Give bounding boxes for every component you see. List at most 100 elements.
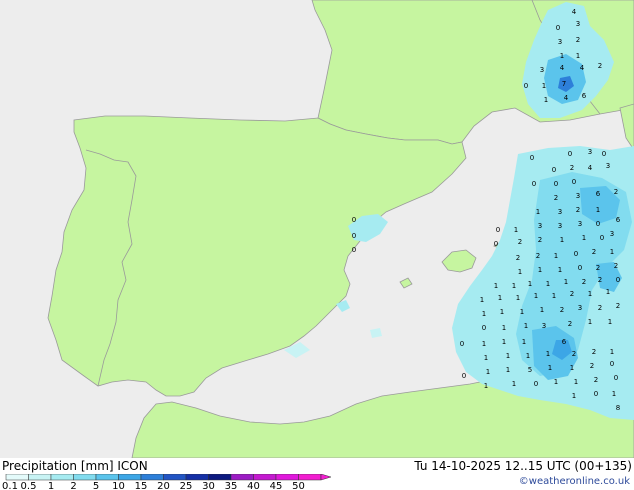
value-label: 4 [572,8,577,16]
legend-label: 1 [48,481,54,490]
value-label: 1 [554,378,558,386]
value-label: 1 [542,82,546,90]
value-label: 1 [526,352,530,360]
value-label: 1 [546,280,550,288]
value-label: 0 [600,234,604,242]
legend-label: 0.1 [2,481,18,490]
value-label: 1 [538,266,542,274]
value-label: 0 [534,380,538,388]
legend-swatch [5,474,29,481]
value-label: 1 [554,252,558,260]
value-label: 0 [610,360,614,368]
legend-arrow [320,474,332,481]
value-label: 3 [558,222,562,230]
value-label: 3 [576,20,580,28]
value-label: 2 [568,320,572,328]
value-label: 2 [614,262,618,270]
value-label: 1 [548,364,552,372]
credit-link[interactable]: ©weatheronline.co.uk [519,476,630,487]
value-label: 0 [482,324,486,332]
value-label: 0 [496,226,500,234]
legend-swatch [253,474,277,481]
value-label: 1 [506,352,510,360]
value-label: 5 [528,366,532,374]
value-label: 3 [578,304,582,312]
value-label: 2 [598,62,602,70]
value-label: 2 [572,350,576,358]
value-label: 2 [554,194,558,202]
value-label: 1 [524,322,528,330]
value-label: 2 [518,238,522,246]
value-label: 1 [560,236,564,244]
value-label: 2 [616,302,620,310]
value-label: 1 [608,318,612,326]
value-label: 6 [562,338,567,346]
value-label: 1 [588,290,592,298]
value-label: 1 [518,268,522,276]
value-label: 0 [462,372,466,380]
value-label: 2 [576,36,580,44]
legend-swatch [275,474,299,481]
value-label: 1 [484,354,488,362]
value-label: 2 [570,290,574,298]
legend-label: 20 [157,481,170,490]
value-label: 1 [610,248,614,256]
value-label: 2 [582,278,586,286]
value-label: 3 [610,230,614,238]
value-label: 2 [538,236,542,244]
value-label: 6 [582,92,587,100]
value-label: 2 [576,206,580,214]
value-label: 3 [558,38,562,46]
value-label: 6 [596,190,601,198]
value-label: 2 [536,252,540,260]
legend-swatch [230,474,254,481]
value-label: 1 [558,266,562,274]
legend-label: 40 [247,481,260,490]
value-label: 1 [506,366,510,374]
legend-swatch [118,474,142,481]
value-label: 1 [500,308,504,316]
value-label: 0 [596,220,600,228]
value-label: 1 [482,310,486,318]
legend-label: 15 [135,481,148,490]
value-label: 0 [556,24,560,32]
legend-label: 5 [93,481,99,490]
model-name: ICON [117,459,148,473]
value-label: 2 [590,362,594,370]
legend-label: 50 [292,481,305,490]
value-label: 0 [578,264,582,272]
legend-swatch [50,474,74,481]
value-label: 2 [592,348,596,356]
value-label: 4 [564,94,569,102]
value-label: 1 [570,364,574,372]
value-label: 0 [352,246,356,254]
value-label: 0 [614,374,618,382]
value-label: 1 [546,350,550,358]
value-label: 1 [512,282,516,290]
value-label: 0 [572,178,576,186]
legend-swatch [298,474,322,481]
value-label: 2 [594,376,598,384]
value-label: 2 [592,248,596,256]
value-label: 1 [502,338,506,346]
value-label: 1 [528,280,532,288]
value-label: 0 [554,180,558,188]
valid-time: Tu 14-10-2025 12..15 UTC (00+135) [414,459,632,473]
value-label: 1 [486,368,490,376]
value-label: 7 [562,80,566,88]
value-label: 2 [598,276,602,284]
value-label: 1 [574,378,578,386]
value-label: 1 [482,340,486,348]
value-label: 0 [494,240,498,248]
value-label: 6 [616,216,621,224]
value-label: 2 [596,264,600,272]
value-label: 0 [602,150,606,158]
value-label: 1 [572,392,576,400]
value-label: 1 [582,234,586,242]
value-label: 1 [560,52,564,60]
value-label: 1 [520,308,524,316]
map-title: Precipitation [mm] ICON [2,459,148,473]
legend-swatch [28,474,52,481]
value-label: 1 [498,294,502,302]
legend-swatch [140,474,164,481]
